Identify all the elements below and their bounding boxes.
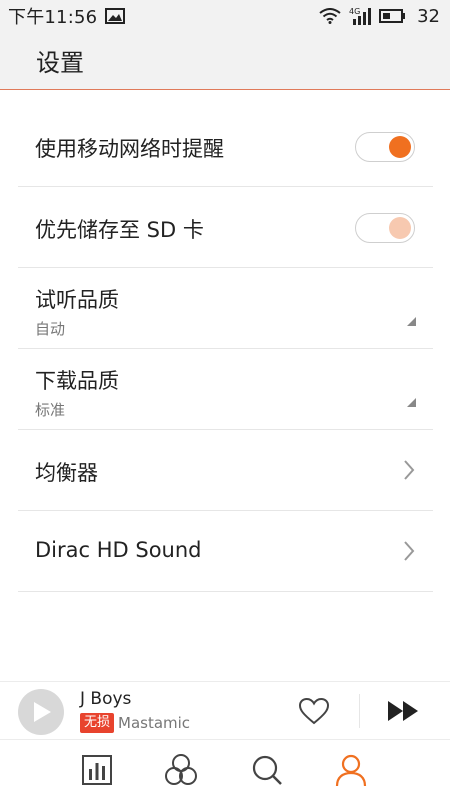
mobile-network-alert-toggle[interactable] — [355, 132, 415, 162]
dropdown-triangle-icon — [407, 317, 416, 326]
discover-icon — [165, 754, 197, 785]
track-title: J Boys — [80, 689, 132, 709]
setting-label: 优先储存至 SD 卡 — [35, 218, 204, 242]
track-artist: Mastamic — [118, 714, 191, 732]
setting-preview-quality[interactable]: 试听品质 自动 — [18, 268, 433, 349]
heart-icon[interactable] — [298, 697, 330, 729]
lossless-badge: 无损 — [80, 713, 115, 733]
settings-list: 使用移动网络时提醒 优先储存至 SD 卡 试听品质 自动 下载品质 标准 均衡器… — [18, 106, 433, 592]
setting-label: 均衡器 — [35, 461, 98, 485]
setting-label: 试听品质 — [35, 288, 119, 312]
setting-prefer-sd-card[interactable]: 优先储存至 SD 卡 — [18, 187, 433, 268]
status-bar: 下午11:56 4G 32 — [0, 0, 450, 32]
nav-discover[interactable] — [164, 753, 198, 787]
search-icon — [252, 755, 282, 785]
download-quality-value: 标准 — [35, 401, 66, 419]
next-icon[interactable] — [387, 700, 421, 726]
wifi-icon — [319, 8, 341, 24]
chevron-right-icon — [403, 459, 415, 481]
setting-equalizer[interactable]: 均衡器 — [18, 430, 433, 511]
gallery-icon — [105, 8, 126, 24]
preview-quality-value: 自动 — [35, 320, 66, 338]
nav-search[interactable] — [250, 753, 284, 787]
setting-label: Dirac HD Sound — [35, 538, 202, 562]
toggle-knob — [389, 136, 411, 158]
page-title: 设置 — [36, 49, 84, 77]
setting-dirac[interactable]: Dirac HD Sound — [18, 511, 433, 592]
nav-profile[interactable] — [334, 753, 368, 787]
status-time: 下午11:56 — [8, 7, 98, 28]
play-icon — [34, 702, 51, 722]
player-divider — [359, 694, 360, 728]
signal-icon: 4G — [349, 7, 372, 25]
nav-chart[interactable] — [80, 753, 114, 787]
mini-player[interactable]: J Boys 无损 Mastamic — [0, 681, 450, 740]
bottom-nav — [0, 741, 450, 800]
setting-download-quality[interactable]: 下载品质 标准 — [18, 349, 433, 430]
network-type-label: 4G — [349, 7, 360, 16]
toggle-knob — [389, 217, 411, 239]
setting-mobile-network-alert[interactable]: 使用移动网络时提醒 — [18, 106, 433, 187]
battery-level: 32 — [417, 5, 440, 27]
setting-label: 使用移动网络时提醒 — [35, 137, 224, 161]
setting-label: 下载品质 — [35, 369, 119, 393]
chevron-right-icon — [403, 540, 415, 562]
play-button[interactable] — [18, 689, 64, 735]
dropdown-triangle-icon — [407, 398, 416, 407]
chart-icon — [82, 755, 112, 785]
header: 设置 — [0, 32, 450, 90]
profile-icon — [335, 754, 367, 787]
battery-icon — [379, 8, 407, 24]
status-left: 下午11:56 — [8, 3, 126, 29]
status-right: 4G 32 — [319, 6, 440, 27]
prefer-sd-card-toggle[interactable] — [355, 213, 415, 243]
